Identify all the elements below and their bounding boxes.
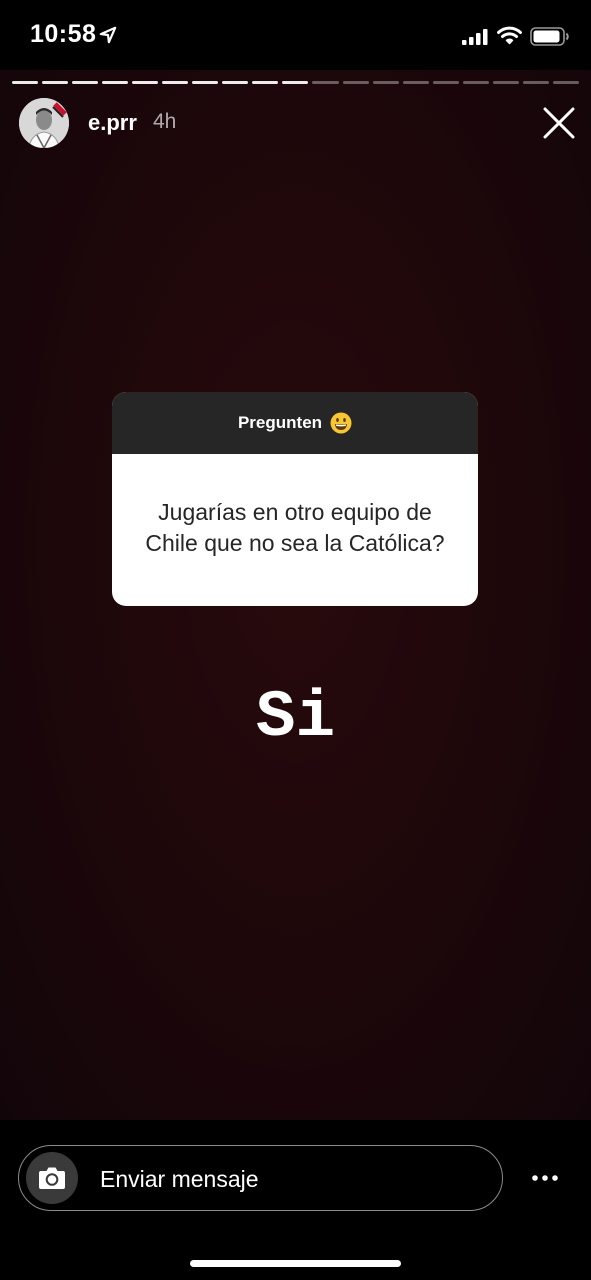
send-message-placeholder[interactable]: Enviar mensaje [100,1166,259,1193]
story-progress-segment [102,81,129,84]
close-icon[interactable] [540,104,578,142]
avatar[interactable] [19,98,69,148]
question-sticker[interactable]: Pregunten Jugarías en otro equipo de Chi… [112,392,478,606]
story-progress-segment [522,81,549,84]
story-progress-segment [462,81,489,84]
question-sticker-header: Pregunten [112,392,478,454]
battery-icon [530,27,569,46]
story-progress-segment [252,81,279,84]
question-sticker-title: Pregunten [237,413,323,432]
story-progress-segment [312,81,339,84]
home-indicator[interactable] [190,1260,401,1267]
story-username[interactable]: e.prr [88,110,137,136]
camera-button[interactable] [26,1152,78,1204]
send-message-field[interactable] [18,1145,503,1211]
answer-text: Si [255,680,336,755]
location-arrow-icon [99,26,117,44]
camera-icon [39,1167,65,1189]
story-progress-segment [162,81,189,84]
story-progress-segment [432,81,459,84]
question-sticker-body: Jugarías en otro equipo de Chile que no … [112,454,478,606]
grinning-face-emoji [330,412,352,434]
story-progress-segment [72,81,99,84]
cellular-signal-icon [462,29,488,45]
story-progress-segment [402,81,429,84]
story-progress-segment [42,81,69,84]
story-progress-segment [12,81,39,84]
status-time: 10:58 [30,20,97,48]
story-progress-segment [492,81,519,84]
story-progress-segment [132,81,159,84]
question-text: Jugarías en otro equipo de Chile que no … [145,499,445,556]
story-progress-segment [222,81,249,84]
story-progress-segment [192,81,219,84]
more-options-icon[interactable] [528,1168,562,1188]
avatar-photo [19,98,69,148]
story-progress-bar [12,81,579,84]
status-bar: 10:58 [0,0,591,70]
wifi-icon [497,26,522,45]
story-progress-segment [372,81,399,84]
story-progress-segment [552,81,579,84]
story-time-ago: 4h [153,110,177,133]
story-progress-segment [282,81,309,84]
story-progress-segment [342,81,369,84]
